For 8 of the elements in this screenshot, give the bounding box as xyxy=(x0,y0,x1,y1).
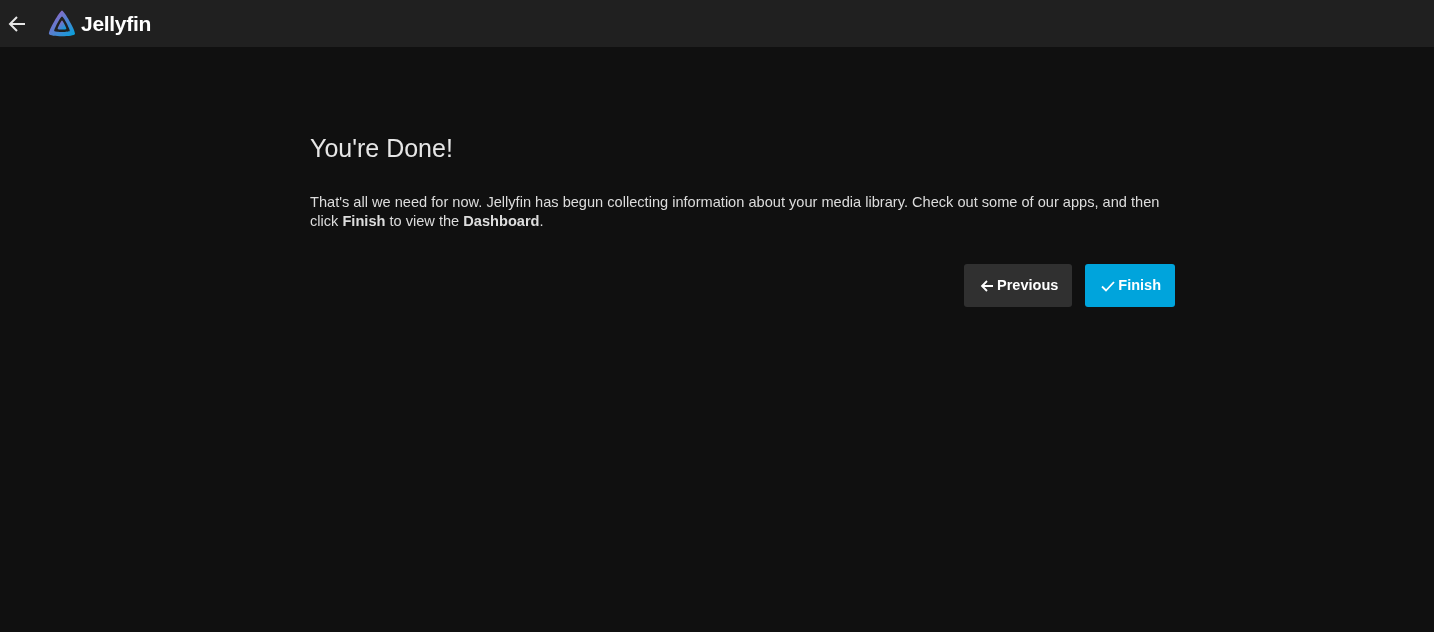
left-arrow-icon xyxy=(980,278,995,293)
logo-wordmark: Jellyfin xyxy=(81,10,151,37)
previous-button[interactable]: Previous xyxy=(964,264,1073,307)
page-title: You're Done! xyxy=(310,133,454,163)
completion-message: That's all we need for now. Jellyfin has begun collecting information about your media library. Check out some of our apps, and then click Finish to view the Dashboard. xyxy=(310,193,1161,231)
back-arrow-icon xyxy=(8,14,26,33)
back-button[interactable] xyxy=(8,14,26,33)
logo-icon xyxy=(47,9,77,38)
